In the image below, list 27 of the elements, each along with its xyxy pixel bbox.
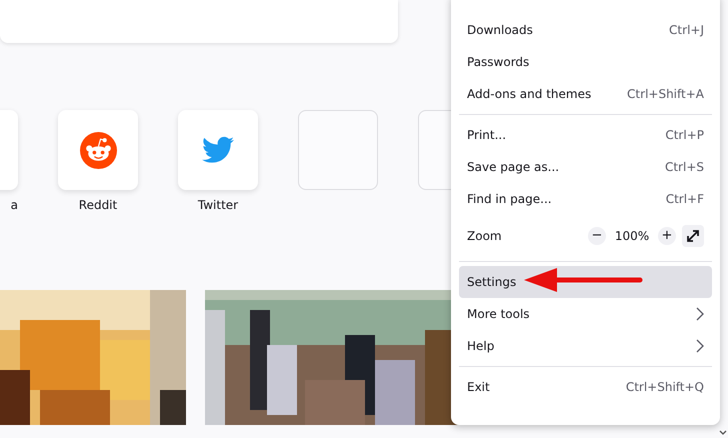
expand-icon	[686, 229, 700, 243]
zoom-out-button[interactable]: −	[588, 227, 606, 245]
zoom-value[interactable]: 100%	[612, 229, 652, 243]
alien-icon	[80, 132, 116, 168]
menu-item[interactable]: Settings	[459, 266, 712, 298]
zoom-in-button[interactable]: +	[658, 227, 676, 245]
shortcut-label: Twitter	[198, 198, 238, 212]
menu-item[interactable]: Print... Ctrl+P	[459, 119, 712, 151]
shortcut-label: Reddit	[78, 198, 118, 212]
menu-item[interactable]: Add-ons and themes Ctrl+Shift+A	[459, 78, 712, 110]
chevron-down-icon[interactable]	[719, 430, 727, 436]
empty-shortcut-tile[interactable]	[298, 110, 378, 190]
menu-item[interactable]: Exit Ctrl+Shift+Q	[459, 371, 712, 403]
chevron-right-icon	[696, 339, 704, 353]
menu-item[interactable]: Save page as... Ctrl+S	[459, 151, 712, 183]
menu-item[interactable]: Downloads Ctrl+J	[459, 14, 712, 46]
zoom-label: Zoom	[467, 229, 502, 243]
shortcut-tile[interactable]	[58, 110, 138, 190]
menu-item[interactable]: More tools	[459, 298, 712, 330]
menu-item[interactable]: Find in page... Ctrl+F	[459, 183, 712, 215]
menu-item[interactable]: Passwords	[459, 46, 712, 78]
bird-icon	[202, 136, 234, 164]
shortcut-tile[interactable]	[178, 110, 258, 190]
fullscreen-button[interactable]	[682, 225, 704, 247]
shortcut-label: a	[10, 198, 18, 212]
chevron-right-icon	[696, 307, 704, 321]
menu-item[interactable]: Help	[459, 330, 712, 362]
